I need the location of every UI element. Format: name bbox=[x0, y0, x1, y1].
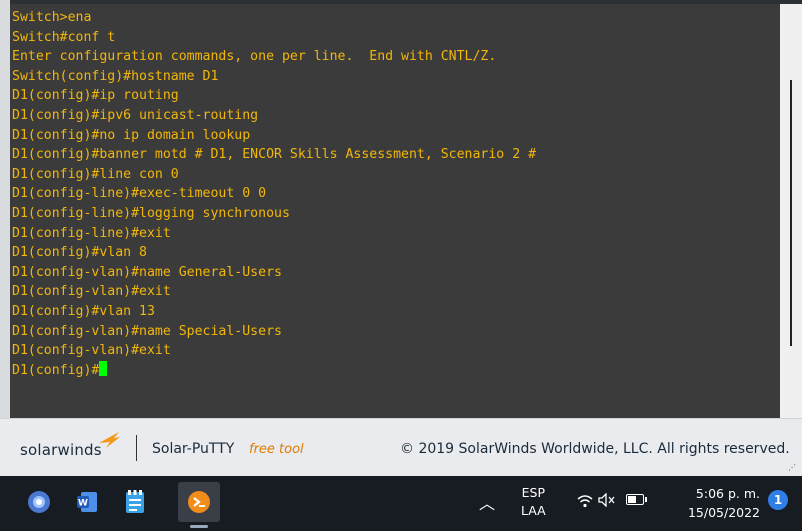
terminal-line: D1(config)#no ip domain lookup bbox=[12, 127, 251, 143]
terminal-line: D1(config)#ip routing bbox=[12, 88, 179, 104]
terminal-line: D1(config)#line con 0 bbox=[12, 166, 179, 182]
wifi-icon[interactable] bbox=[577, 494, 593, 508]
footer-divider bbox=[136, 435, 137, 461]
terminal-line: Switch#conf t bbox=[12, 29, 116, 45]
terminal-scrollbar[interactable] bbox=[780, 4, 802, 418]
browser-icon bbox=[28, 491, 50, 513]
putty-footer: solarwinds Solar-PuTTY free tool © 2019 … bbox=[0, 418, 802, 477]
taskbar-browser[interactable] bbox=[18, 482, 60, 522]
terminal-line: D1(config-line)#exit bbox=[12, 225, 171, 241]
notification-badge[interactable]: 1 bbox=[768, 490, 788, 510]
terminal-cursor bbox=[99, 360, 108, 376]
scrollbar-thumb[interactable] bbox=[790, 80, 792, 346]
terminal-line: D1(config-line)#logging synchronous bbox=[12, 205, 290, 221]
terminal-line: Switch(config)#hostname D1 bbox=[12, 68, 219, 84]
terminal-line: D1(config)#ipv6 unicast-routing bbox=[12, 107, 259, 123]
terminal-line: Enter configuration commands, one per li… bbox=[12, 49, 497, 65]
terminal-prompt: D1(config)# bbox=[12, 362, 100, 378]
taskbar-solar-putty[interactable] bbox=[178, 482, 220, 528]
resize-grip-icon[interactable]: ⋰ bbox=[788, 463, 796, 472]
clock-date: 15/05/2022 bbox=[687, 505, 760, 520]
terminal-lines: Switch>ena Switch#conf t Enter configurati… bbox=[10, 4, 780, 380]
speaker-muted-icon[interactable] bbox=[598, 493, 616, 507]
clock-time: 5:06 p. m. bbox=[695, 486, 760, 501]
terminal-line: D1(config-line)#exec-timeout 0 0 bbox=[12, 186, 267, 202]
terminal-output[interactable]: Switch>ena Switch#conf t Enter configurati… bbox=[10, 4, 780, 418]
solarwinds-flame-icon bbox=[99, 432, 120, 448]
terminal-line: D1(config)#banner motd # D1, ENCOR Skill… bbox=[12, 147, 537, 163]
terminal-line: D1(config)#vlan 13 bbox=[12, 303, 155, 319]
language-code: ESP bbox=[521, 485, 546, 500]
taskbar-notepad[interactable] bbox=[114, 482, 156, 522]
terminal-line: D1(config-vlan)#exit bbox=[12, 284, 171, 300]
chevron-up-icon[interactable]: ︿ bbox=[479, 490, 495, 514]
window-left-edge bbox=[0, 0, 10, 420]
battery-icon[interactable] bbox=[626, 494, 647, 505]
solar-putty-icon bbox=[188, 491, 210, 513]
word-icon: W bbox=[77, 492, 97, 512]
terminal-line: D1(config-vlan)#exit bbox=[12, 343, 171, 359]
windows-taskbar: W ︿ ESP LAA 5:06 p. m. 15/05/2022 1 bbox=[0, 476, 802, 531]
notepad-icon bbox=[126, 490, 144, 513]
input-language[interactable]: ESP LAA bbox=[521, 484, 546, 520]
product-name: Solar-PuTTY bbox=[152, 441, 235, 457]
terminal-prompt-line[interactable]: D1(config)# bbox=[12, 360, 780, 381]
terminal-line: Switch>ena bbox=[12, 10, 92, 25]
keyboard-layout: LAA bbox=[521, 503, 546, 518]
terminal-line: D1(config-vlan)#name Special-Users bbox=[12, 323, 282, 339]
free-tool-tag: free tool bbox=[249, 442, 304, 457]
terminal-line: D1(config)#vlan 8 bbox=[12, 245, 147, 261]
solarwinds-logo: solarwinds bbox=[20, 441, 102, 459]
svg-text:W: W bbox=[78, 499, 88, 509]
taskbar-word[interactable]: W bbox=[66, 482, 108, 522]
copyright-text: © 2019 SolarWinds Worldwide, LLC. All ri… bbox=[400, 441, 790, 457]
terminal-line: D1(config-vlan)#name General-Users bbox=[12, 264, 282, 280]
system-clock[interactable]: 5:06 p. m. 15/05/2022 bbox=[672, 484, 760, 522]
active-app-indicator bbox=[190, 525, 208, 528]
